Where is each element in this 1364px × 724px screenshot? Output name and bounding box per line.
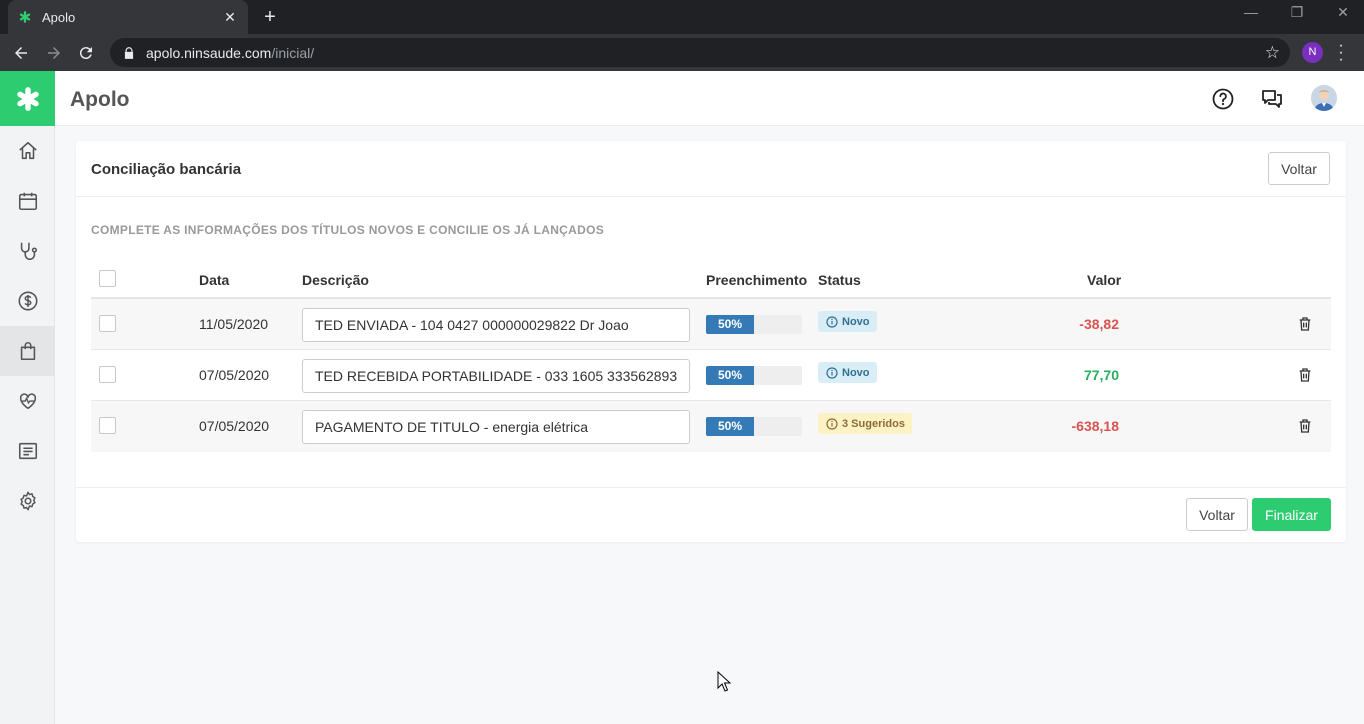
info-icon — [826, 417, 838, 430]
stethoscope-icon — [20, 242, 37, 260]
page-title: Conciliação bancária — [91, 161, 242, 178]
description-input[interactable] — [302, 308, 690, 342]
browser-toolbar: apolo.ninsaude.com/inicial/ ☆ — [0, 34, 1364, 71]
status-badge: Novo — [818, 311, 877, 332]
status-badge[interactable]: 3 Sugeridos — [818, 413, 912, 434]
sidebar-item-health[interactable] — [0, 376, 55, 426]
table-header: Data Descrição Preenchimento Status Valo… — [91, 256, 1331, 299]
reload-icon[interactable] — [75, 42, 97, 64]
fill-progress-bar: 50% — [706, 315, 802, 334]
header-description: Descrição — [302, 272, 369, 288]
fill-progress-bar: 50% — [706, 417, 802, 436]
row-value: 77,70 — [1083, 367, 1119, 383]
heart-pulse-icon — [19, 393, 36, 410]
trash-icon[interactable] — [1297, 315, 1313, 333]
instructions-text: COMPLETE AS INFORMAÇÕES DOS TÍTULOS NOVO… — [91, 223, 605, 237]
window-minimize-icon[interactable]: — — [1241, 4, 1261, 20]
browser-tab[interactable]: Apolo ✕ — [8, 0, 248, 34]
new-tab-plus-icon[interactable]: + — [260, 6, 280, 28]
row-value: -38,82 — [1079, 316, 1119, 332]
app-header: Apolo — [0, 71, 1364, 126]
header-status: Status — [818, 272, 861, 288]
status-badge: Novo — [818, 362, 877, 383]
help-icon[interactable] — [1211, 87, 1235, 111]
row-date: 07/05/2020 — [199, 418, 270, 434]
url-host: apolo.ninsaude.com — [146, 44, 272, 61]
sidebar-item-calendar[interactable] — [0, 176, 55, 226]
status-label: Novo — [842, 366, 870, 379]
table-row: 07/05/2020 50% 3 Sugeridos -638,18 — [91, 401, 1331, 452]
shopping-bag-icon — [20, 342, 35, 361]
fill-progress-value: 50% — [706, 366, 754, 385]
browser-tab-title: Apolo — [42, 9, 76, 25]
user-photo-icon — [1311, 85, 1337, 111]
browser-tab-bar: Apolo ✕ + — ❐ ✕ — [0, 0, 1364, 34]
header-date: Data — [199, 272, 230, 288]
user-avatar[interactable] — [1311, 85, 1337, 111]
trash-icon[interactable] — [1297, 366, 1313, 384]
browser-profile-avatar[interactable]: N — [1302, 42, 1323, 63]
calendar-icon — [18, 192, 37, 211]
address-bar[interactable]: apolo.ninsaude.com/inicial/ ☆ — [110, 38, 1290, 67]
back-button-bottom[interactable]: Voltar — [1186, 498, 1248, 531]
transactions-table: Data Descrição Preenchimento Status Valo… — [91, 256, 1331, 452]
bookmark-star-icon[interactable]: ☆ — [1265, 43, 1280, 63]
row-date: 07/05/2020 — [199, 367, 270, 383]
description-input[interactable] — [302, 410, 690, 444]
status-label: 3 Sugeridos — [842, 417, 905, 430]
window-close-icon[interactable]: ✕ — [1333, 4, 1353, 21]
info-icon — [826, 315, 838, 328]
row-value: -638,18 — [1071, 418, 1119, 434]
favicon-asterisk-icon — [18, 10, 32, 24]
url-path: /inicial/ — [271, 44, 315, 61]
back-button-top[interactable]: Voltar — [1268, 152, 1330, 185]
mouse-cursor-icon — [717, 671, 731, 692]
sidebar-item-shop[interactable] — [0, 326, 55, 376]
browser-menu-icon[interactable]: · · · — [1336, 38, 1346, 68]
fill-progress-value: 50% — [706, 315, 754, 334]
info-icon — [826, 366, 838, 379]
window-restore-icon[interactable]: ❐ — [1287, 4, 1307, 21]
sidebar-item-clinical[interactable] — [0, 226, 55, 276]
chat-icon[interactable] — [1260, 87, 1284, 111]
header-fill: Preenchimento — [706, 272, 808, 288]
sidebar-item-home[interactable] — [0, 126, 55, 176]
sidebar — [0, 126, 55, 724]
app-logo[interactable] — [0, 71, 55, 126]
fill-progress-value: 50% — [706, 417, 754, 436]
row-checkbox[interactable] — [99, 315, 116, 332]
report-icon — [18, 442, 37, 460]
lock-icon — [124, 46, 134, 59]
sidebar-item-financial[interactable] — [0, 276, 55, 326]
tab-close-icon[interactable]: ✕ — [222, 9, 238, 26]
sidebar-item-settings[interactable] — [0, 476, 55, 526]
fill-progress-bar: 50% — [706, 366, 802, 385]
app-title: Apolo — [70, 88, 130, 111]
back-arrow-icon[interactable] — [10, 42, 32, 64]
home-icon — [18, 141, 37, 160]
row-date: 11/05/2020 — [199, 316, 269, 332]
card-footer-divider — [76, 487, 1346, 488]
sidebar-item-reports[interactable] — [0, 426, 55, 476]
status-label: Novo — [842, 315, 870, 328]
bank-reconciliation-card: Conciliação bancária Voltar COMPLETE AS … — [76, 141, 1346, 542]
row-checkbox[interactable] — [99, 366, 116, 383]
trash-icon[interactable] — [1297, 417, 1313, 435]
select-all-checkbox[interactable] — [99, 270, 116, 287]
finish-button[interactable]: Finalizar — [1252, 498, 1331, 531]
settings-icon — [19, 491, 36, 511]
dollar-icon — [18, 291, 37, 311]
description-input[interactable] — [302, 359, 690, 393]
header-value: Valor — [1087, 272, 1122, 288]
asterisk-logo-icon — [16, 86, 39, 111]
table-row: 11/05/2020 50% Novo -38,82 — [91, 299, 1331, 350]
row-checkbox[interactable] — [99, 417, 116, 434]
table-row: 07/05/2020 50% Novo 77,70 — [91, 350, 1331, 401]
card-header: Conciliação bancária Voltar — [76, 141, 1346, 197]
forward-arrow-icon[interactable] — [43, 42, 65, 64]
